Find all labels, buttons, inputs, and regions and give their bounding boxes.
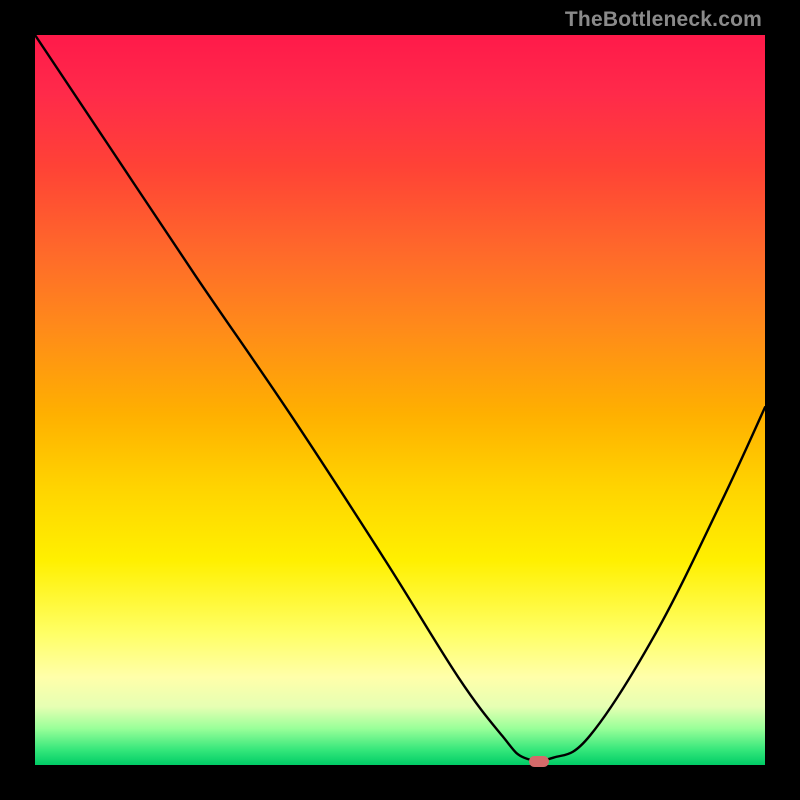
optimal-marker	[529, 756, 549, 767]
chart-frame: TheBottleneck.com	[0, 0, 800, 800]
plot-area	[35, 35, 765, 765]
bottleneck-curve	[35, 35, 765, 765]
watermark-text: TheBottleneck.com	[565, 8, 762, 32]
